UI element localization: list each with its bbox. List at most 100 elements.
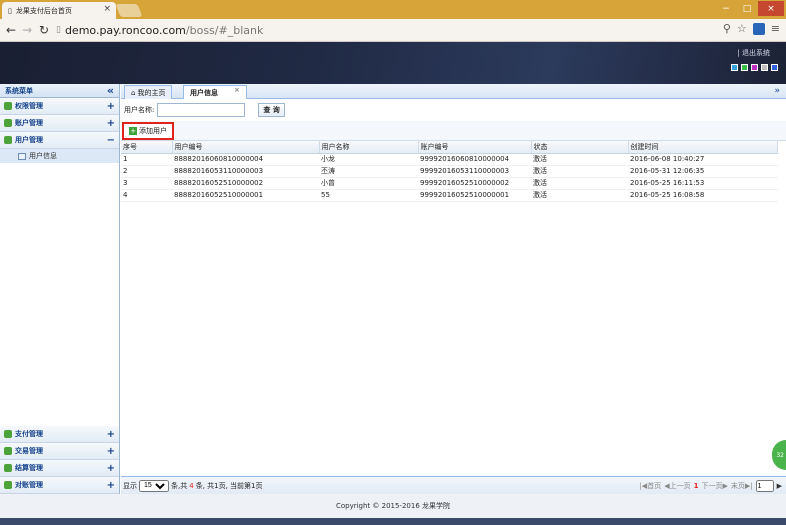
window-controls: − □ × xyxy=(716,1,784,16)
prev-page-link[interactable]: ◀上一页 xyxy=(664,481,690,491)
address-bar[interactable]: ▯ demo.pay.roncoo.com/boss/#_blank xyxy=(56,21,760,39)
pagination-bar: 显示 15 条,共 4 条, 共1页, 当前第1页 |◀首页 ◀上一页 1 下一页▶… xyxy=(121,476,786,494)
pager-total-count: 4 xyxy=(189,481,194,490)
page-size-select[interactable]: 15 xyxy=(139,479,169,492)
sidebar-item-payment[interactable]: 支付管理 + xyxy=(0,426,119,443)
cell-created: 2016-05-31 12:06:35 xyxy=(628,165,778,178)
search-label: 用户名称: xyxy=(124,106,155,114)
sidebar-item-settlement[interactable]: 结算管理 + xyxy=(0,460,119,477)
sidebar-item-account[interactable]: 账户管理 + xyxy=(0,115,119,132)
cell-index: 2 xyxy=(121,165,172,178)
collapse-icon[interactable]: « xyxy=(107,84,114,97)
extension-icon[interactable] xyxy=(752,22,765,35)
sidebar-item-user[interactable]: 用户管理 − xyxy=(0,132,119,149)
forward-icon[interactable]: → xyxy=(22,23,32,37)
sidebar-item-label: 支付管理 xyxy=(15,430,43,438)
expand-icon[interactable]: + xyxy=(107,429,115,440)
cell-index: 1 xyxy=(121,153,172,166)
back-icon[interactable]: ← xyxy=(6,23,16,37)
expand-icon[interactable]: + xyxy=(107,101,115,112)
folder-icon xyxy=(4,464,12,472)
sidebar: 系统菜单 « 权限管理 + 账户管理 + 用户管理 − 用户信息 支付管理 + 交易管理… xyxy=(0,84,120,494)
cell-created: 2016-06-08 10:40:27 xyxy=(628,153,778,166)
goto-page-input[interactable] xyxy=(755,480,774,492)
cell-user-no: 88882016052510000001 xyxy=(172,189,319,202)
current-page: 1 xyxy=(693,482,699,490)
cell-user-name: 丕涛 xyxy=(319,165,418,178)
col-header[interactable]: 用户名称 xyxy=(319,141,419,154)
tab-home[interactable]: ⌂ 我的主页 xyxy=(124,85,173,99)
query-button[interactable]: 查 询 xyxy=(258,103,285,117)
home-icon: ⌂ xyxy=(131,88,136,97)
theme-switcher xyxy=(731,64,778,71)
browser-tab[interactable]: ▯ 龙果支付后台首页 × xyxy=(2,2,116,19)
cell-user-name: 小曾 xyxy=(319,177,418,190)
folder-icon xyxy=(4,136,12,144)
username-search-input[interactable] xyxy=(157,103,246,117)
theme-swatch[interactable] xyxy=(771,64,778,71)
sidebar-item-trade[interactable]: 交易管理 + xyxy=(0,443,119,460)
cell-account-no: 99992016052510000002 xyxy=(418,177,531,190)
close-tab-icon[interactable]: × xyxy=(234,86,240,94)
cell-index: 4 xyxy=(121,189,172,202)
chevron-down-icon[interactable]: » xyxy=(774,86,780,96)
sidebar-item-reconcile[interactable]: 对账管理 + xyxy=(0,477,119,494)
cell-account-no: 99992016052510000001 xyxy=(418,189,531,202)
tab-user-info[interactable]: 用户信息 × xyxy=(183,85,247,99)
folder-icon xyxy=(4,481,12,489)
star-icon[interactable]: ☆ xyxy=(737,22,747,35)
expand-icon[interactable]: + xyxy=(107,446,115,457)
cell-user-name: 55 xyxy=(319,189,418,202)
expand-icon[interactable]: + xyxy=(107,118,115,129)
browser-tab-title: 龙果支付后台首页 xyxy=(15,6,72,15)
first-page-link[interactable]: |◀首页 xyxy=(639,481,661,491)
app-header: | 退出系统 xyxy=(0,42,786,84)
table-row[interactable]: 1 88882016060810000004 小龙 99992016060810… xyxy=(121,153,778,166)
theme-swatch[interactable] xyxy=(761,64,768,71)
last-page-link[interactable]: 末页▶| xyxy=(731,481,753,491)
col-header[interactable]: 创建时间 xyxy=(628,141,778,154)
theme-swatch[interactable] xyxy=(731,64,738,71)
expand-icon[interactable]: + xyxy=(107,463,115,474)
collapse-icon[interactable]: − xyxy=(107,135,115,146)
sidebar-header: 系统菜单 « xyxy=(0,84,119,98)
folder-icon xyxy=(4,119,12,127)
reload-icon[interactable]: ↻ xyxy=(39,23,49,37)
url-path: /boss/#_blank xyxy=(185,23,264,37)
maximize-button[interactable]: □ xyxy=(737,1,757,16)
content-tabs: ⌂ 我的主页 用户信息 × » xyxy=(121,84,786,99)
close-tab-icon[interactable]: × xyxy=(103,4,111,14)
sidebar-item-label: 账户管理 xyxy=(15,119,43,127)
cell-account-no: 99992016060810000004 xyxy=(418,153,531,166)
close-window-button[interactable]: × xyxy=(758,1,784,16)
theme-swatch[interactable] xyxy=(741,64,748,71)
add-user-button[interactable]: + 添加用户 xyxy=(122,122,174,140)
table-row[interactable]: 3 88882016052510000002 小曾 99992016052510… xyxy=(121,177,778,190)
menu-icon[interactable]: ≡ xyxy=(771,22,780,35)
table-row[interactable]: 2 88882016053110000003 丕涛 99992016053110… xyxy=(121,165,778,178)
browser-tabbar: ▯ 龙果支付后台首页 × − □ × xyxy=(0,0,786,19)
sidebar-subitem-user-info[interactable]: 用户信息 xyxy=(0,149,119,163)
logout-link[interactable]: | 退出系统 xyxy=(737,48,770,58)
folder-icon xyxy=(4,102,12,110)
table-header-row: 序号 用户编号 用户名称 账户编号 状态 创建时间 xyxy=(121,141,778,154)
col-header[interactable]: 账户编号 xyxy=(418,141,532,154)
page-icon: ▯ xyxy=(8,6,12,15)
key-icon[interactable]: ⚲ xyxy=(723,22,731,35)
minimize-button[interactable]: − xyxy=(716,1,736,16)
sidebar-item-permission[interactable]: 权限管理 + xyxy=(0,98,119,115)
col-header[interactable]: 序号 xyxy=(121,141,173,154)
expand-icon[interactable]: + xyxy=(107,480,115,491)
theme-swatch[interactable] xyxy=(751,64,758,71)
go-icon[interactable]: ▶ xyxy=(777,482,782,490)
col-header[interactable]: 状态 xyxy=(531,141,629,154)
copyright-text: Copyright © 2015-2016 龙果学院 xyxy=(335,502,451,510)
cell-index: 3 xyxy=(121,177,172,190)
sidebar-subitem-label: 用户信息 xyxy=(29,152,57,160)
folder-icon xyxy=(4,430,12,438)
new-tab-button[interactable] xyxy=(115,4,143,17)
next-page-link[interactable]: 下一页▶ xyxy=(701,481,727,491)
table-row[interactable]: 4 88882016052510000001 55 99992016052510… xyxy=(121,189,778,202)
col-header[interactable]: 用户编号 xyxy=(172,141,320,154)
browser-toolbar: ← → ↻ ▯ demo.pay.roncoo.com/boss/#_blank… xyxy=(0,19,786,42)
